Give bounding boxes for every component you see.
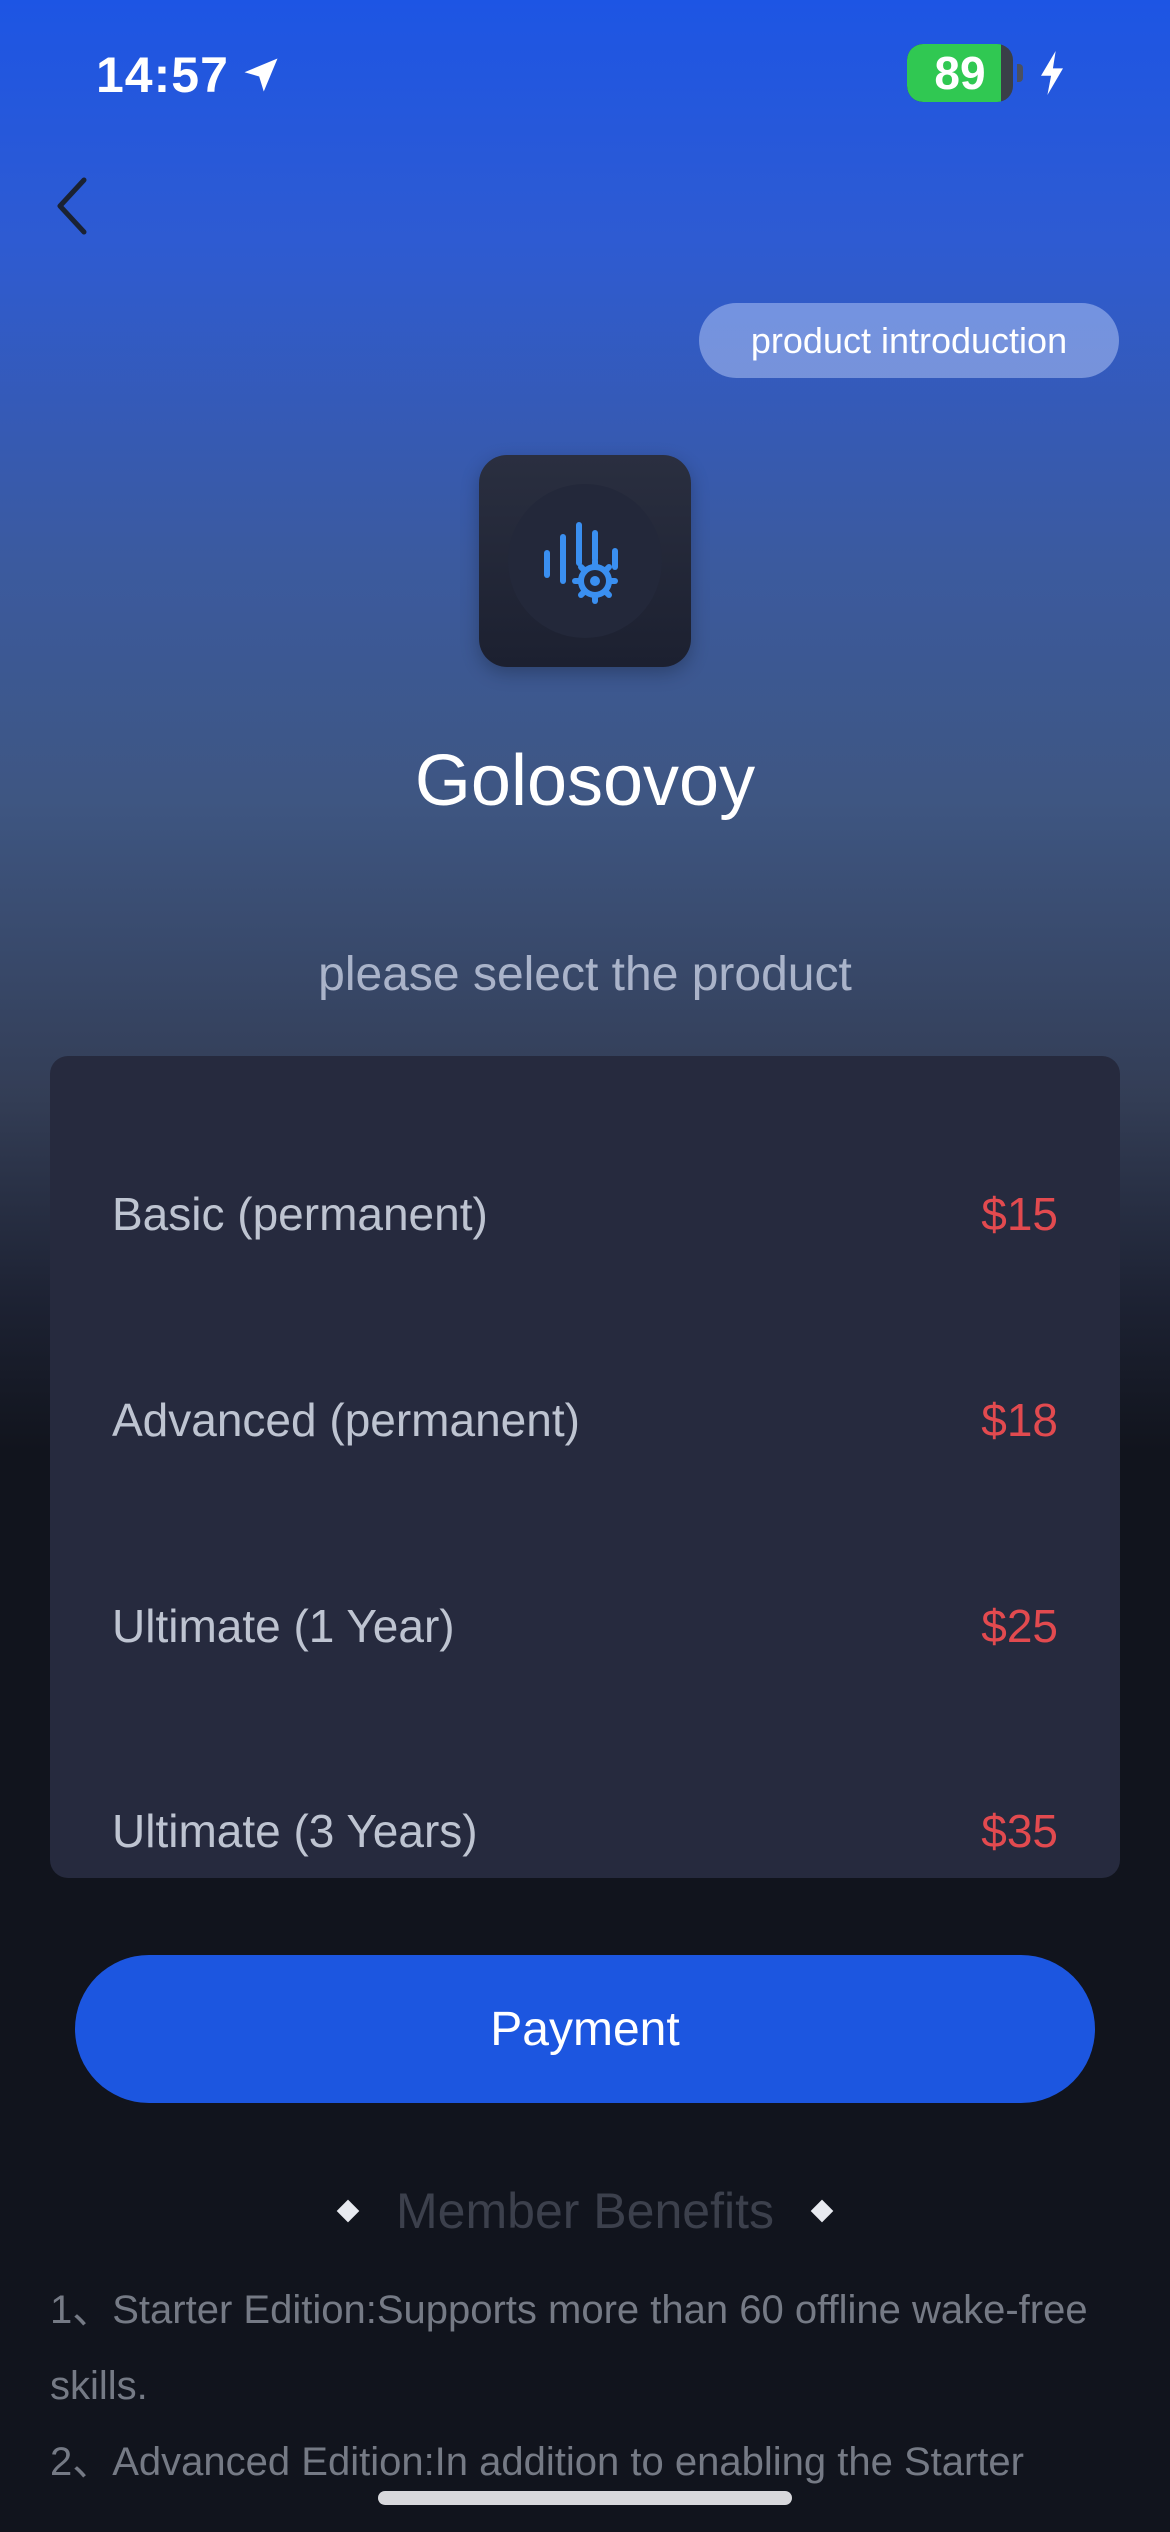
product-name: Advanced (permanent) [112,1394,580,1446]
app-name: Golosovoy [414,741,756,821]
battery-body: 89 [907,44,1013,102]
product-list: Basic (permanent) $15 Advanced (permanen… [50,1056,1120,1878]
product-price: $15 [981,1188,1058,1240]
product-name: Ultimate (1 Year) [112,1600,455,1652]
diamond-icon [810,2199,834,2223]
chevron-left-icon [57,177,87,235]
product-price: $35 [981,1805,1058,1857]
battery-tip [1017,64,1023,82]
product-option-ultimate-1-year[interactable]: Ultimate (1 Year) $25 [50,1571,1120,1681]
member-benefits-heading: Member Benefits [0,2176,1170,2246]
diamond-icon [336,2199,360,2223]
app-icon [479,455,691,667]
product-option-ultimate-3-years[interactable]: Ultimate (3 Years) $35 [50,1776,1120,1886]
location-arrow-icon [244,58,278,92]
status-time-label: 14:57 [96,47,229,103]
product-price: $25 [981,1600,1058,1652]
product-name: Basic (permanent) [112,1188,488,1240]
member-benefits-title: Member Benefits [396,2183,774,2239]
product-option-basic[interactable]: Basic (permanent) $15 [50,1159,1120,1269]
battery-indicator: 89 [907,44,1067,102]
app-icon-badge [508,484,662,638]
voice-gear-icon [544,522,618,604]
product-name: Ultimate (3 Years) [112,1805,478,1857]
benefit-item: 2、Advanced Edition:In addition to enabli… [50,2440,1024,2484]
payment-button[interactable]: Payment [75,1955,1095,2103]
status-time: 14:57 [96,44,283,106]
product-introduction-button[interactable]: product introduction [699,303,1119,378]
select-product-prompt: please select the product [318,948,852,1001]
benefit-item: 1、Starter Edition:Supports more than 60 … [50,2288,1088,2408]
home-indicator [378,2491,792,2505]
lightning-bolt-icon [1041,51,1063,95]
back-button[interactable] [40,170,104,242]
battery-level-label: 89 [934,47,986,99]
product-price: $18 [981,1394,1058,1446]
product-option-advanced[interactable]: Advanced (permanent) $18 [50,1365,1120,1475]
member-benefits-list: 1、Starter Edition:Supports more than 60 … [50,2272,1125,2500]
